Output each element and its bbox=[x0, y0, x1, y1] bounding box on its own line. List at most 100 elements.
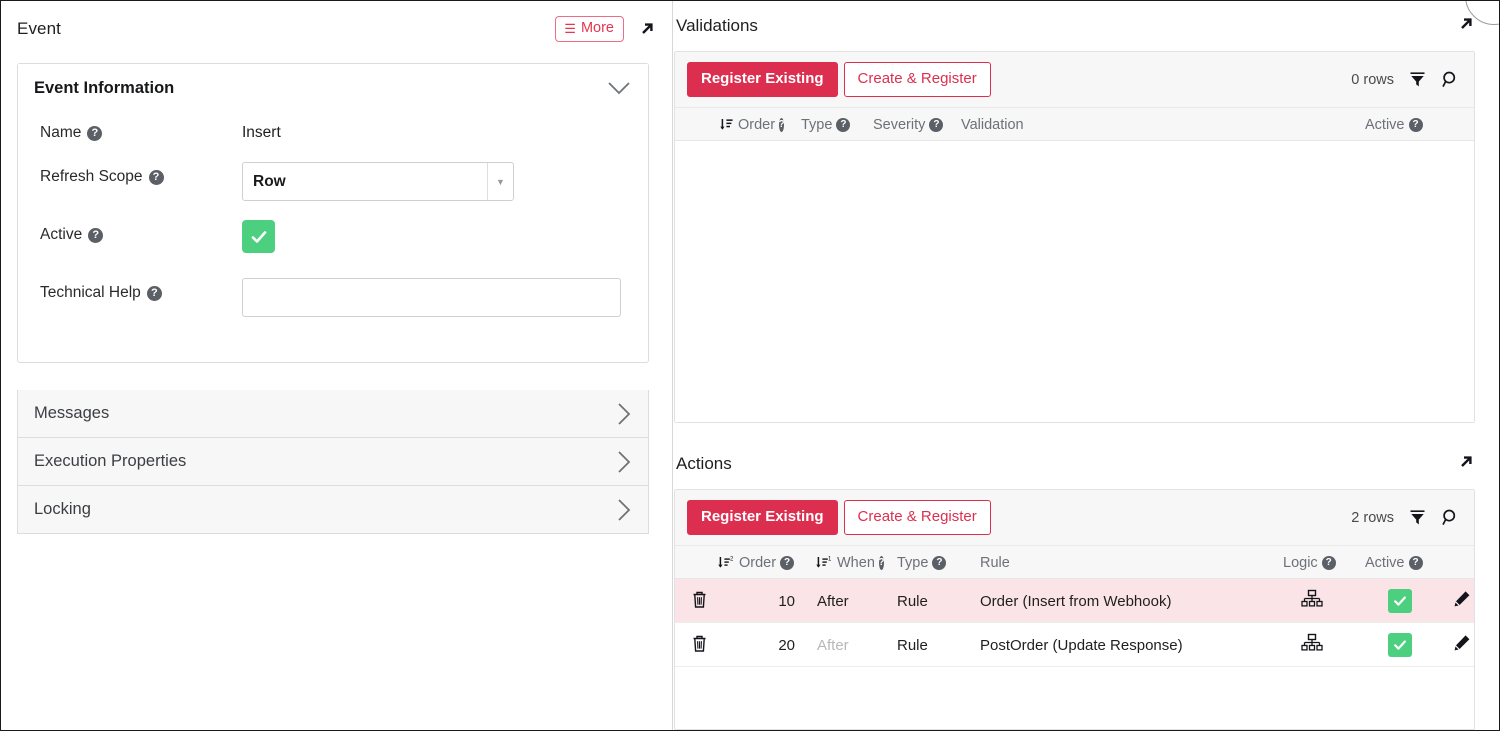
field-row-refresh-scope: Refresh Scope ? Row ▼ bbox=[18, 162, 648, 220]
help-icon[interactable]: ? bbox=[88, 228, 103, 243]
event-information-fields: Name ? Insert Refresh Scope ? Row ▼ bbox=[18, 112, 648, 362]
actions-col-type[interactable]: Type ? bbox=[897, 546, 946, 579]
search-icon[interactable] bbox=[1441, 70, 1460, 89]
field-label-active-text: Active bbox=[40, 226, 82, 244]
table-row[interactable]: 10 After Rule Order (Insert from Webhook… bbox=[675, 579, 1474, 623]
edit-row-button[interactable] bbox=[1452, 623, 1472, 667]
validations-col-type[interactable]: Type ? bbox=[801, 108, 850, 141]
validations-col-active[interactable]: Active ? bbox=[1365, 108, 1423, 141]
sort-desc-icon bbox=[719, 117, 734, 132]
chevron-down-icon[interactable] bbox=[606, 75, 632, 101]
validations-create-register-button[interactable]: Create & Register bbox=[844, 62, 991, 97]
actions-col-rule-label: Rule bbox=[980, 555, 1010, 571]
more-button-label: More bbox=[581, 21, 614, 36]
validations-col-validation[interactable]: Validation bbox=[961, 108, 1024, 141]
field-label-name: Name ? bbox=[40, 118, 242, 142]
actions-col-rule[interactable]: Rule bbox=[980, 546, 1010, 579]
help-icon[interactable]: ? bbox=[929, 118, 943, 132]
validations-col-order[interactable]: Order ? bbox=[719, 108, 784, 141]
filter-icon[interactable] bbox=[1408, 508, 1427, 527]
edit-row-button[interactable] bbox=[1452, 579, 1472, 623]
validations-col-severity[interactable]: Severity ? bbox=[873, 108, 943, 141]
search-icon[interactable] bbox=[1441, 508, 1460, 527]
field-row-technical-help: Technical Help ? bbox=[18, 278, 648, 336]
field-row-name: Name ? Insert bbox=[18, 118, 648, 162]
filter-icon[interactable] bbox=[1408, 70, 1427, 89]
actions-title: Actions bbox=[676, 454, 732, 474]
field-label-technical-help-text: Technical Help bbox=[40, 284, 141, 302]
actions-header: Actions bbox=[674, 439, 1500, 489]
actions-row-count: 2 rows bbox=[1351, 510, 1394, 526]
delete-row-button[interactable] bbox=[691, 579, 708, 623]
help-icon[interactable]: ? bbox=[149, 170, 164, 185]
row-type: Rule bbox=[897, 579, 928, 623]
actions-col-when-label: When bbox=[837, 555, 875, 571]
actions-col-order[interactable]: 2 Order ? bbox=[717, 546, 794, 579]
help-icon[interactable]: ? bbox=[1409, 556, 1423, 570]
refresh-scope-select[interactable]: Row ▼ bbox=[242, 162, 514, 201]
accordion-execution-properties[interactable]: Execution Properties bbox=[17, 438, 649, 486]
delete-row-button[interactable] bbox=[691, 623, 708, 667]
table-row[interactable]: 20 After Rule PostOrder (Update Response… bbox=[675, 623, 1474, 667]
hamburger-icon: ☰ bbox=[564, 22, 576, 35]
help-icon[interactable]: ? bbox=[932, 556, 946, 570]
technical-help-input[interactable] bbox=[242, 278, 621, 317]
event-panel-header-actions: ☰ More bbox=[555, 16, 656, 42]
row-active-checkbox[interactable] bbox=[1388, 623, 1412, 667]
validations-register-existing-button[interactable]: Register Existing bbox=[687, 62, 838, 97]
validations-toolbar: Register Existing Create & Register 0 ro… bbox=[675, 52, 1474, 108]
chevron-right-icon bbox=[616, 498, 632, 522]
validations-title: Validations bbox=[676, 16, 758, 36]
expand-arrow-icon[interactable] bbox=[1457, 453, 1475, 476]
validations-grid-body bbox=[675, 141, 1474, 422]
actions-col-when[interactable]: 1 When ? bbox=[815, 546, 884, 579]
help-icon[interactable]: ? bbox=[780, 556, 794, 570]
accordion-messages[interactable]: Messages bbox=[17, 390, 649, 438]
help-icon[interactable]: ? bbox=[87, 126, 102, 141]
accordion-locking[interactable]: Locking bbox=[17, 486, 649, 534]
field-label-refresh-scope: Refresh Scope ? bbox=[40, 162, 242, 186]
pencil-icon bbox=[1452, 633, 1472, 657]
help-icon[interactable]: ? bbox=[836, 118, 850, 132]
row-when: After bbox=[817, 623, 849, 667]
actions-col-active[interactable]: Active ? bbox=[1365, 546, 1423, 579]
event-information-title: Event Information bbox=[34, 79, 174, 98]
validations-column-headers: Order ? Type ? Severity ? Validation Act… bbox=[675, 108, 1474, 141]
expand-arrow-icon[interactable] bbox=[1457, 15, 1475, 38]
sitemap-icon bbox=[1301, 589, 1323, 613]
actions-col-logic[interactable]: Logic ? bbox=[1283, 546, 1336, 579]
event-information-card-header[interactable]: Event Information bbox=[18, 64, 648, 112]
help-icon[interactable]: ? bbox=[879, 556, 884, 570]
help-icon[interactable]: ? bbox=[1322, 556, 1336, 570]
active-checkbox[interactable] bbox=[242, 220, 275, 253]
validations-col-severity-label: Severity bbox=[873, 117, 925, 133]
expand-arrow-icon[interactable] bbox=[638, 20, 656, 38]
validations-col-type-label: Type bbox=[801, 117, 832, 133]
logic-button[interactable] bbox=[1301, 623, 1323, 667]
accordion-locking-label: Locking bbox=[34, 500, 91, 519]
help-icon[interactable]: ? bbox=[147, 286, 162, 301]
help-icon[interactable]: ? bbox=[779, 118, 784, 132]
actions-col-logic-label: Logic bbox=[1283, 555, 1318, 571]
validations-col-active-label: Active bbox=[1365, 117, 1405, 133]
help-icon[interactable]: ? bbox=[1409, 118, 1423, 132]
chevron-down-icon[interactable]: ▼ bbox=[487, 163, 513, 200]
row-active-checkbox[interactable] bbox=[1388, 579, 1412, 623]
actions-create-register-button[interactable]: Create & Register bbox=[844, 500, 991, 535]
right-column: Validations Register Existing Create & R… bbox=[674, 1, 1500, 730]
more-button[interactable]: ☰ More bbox=[555, 16, 624, 42]
field-label-name-text: Name bbox=[40, 124, 81, 142]
row-type: Rule bbox=[897, 623, 928, 667]
row-order: 20 bbox=[755, 623, 795, 667]
actions-toolbar: Register Existing Create & Register 2 ro… bbox=[675, 490, 1474, 546]
validations-row-count: 0 rows bbox=[1351, 72, 1394, 88]
logic-button[interactable] bbox=[1301, 579, 1323, 623]
validations-toolbar-right: 0 rows bbox=[1351, 70, 1460, 89]
validations-header: Validations bbox=[674, 1, 1500, 51]
trash-icon bbox=[691, 634, 708, 657]
actions-toolbar-right: 2 rows bbox=[1351, 508, 1460, 527]
chevron-right-icon bbox=[616, 402, 632, 426]
actions-register-existing-button[interactable]: Register Existing bbox=[687, 500, 838, 535]
field-label-technical-help: Technical Help ? bbox=[40, 278, 242, 302]
actions-column-headers: 2 Order ? 1 bbox=[675, 546, 1474, 579]
